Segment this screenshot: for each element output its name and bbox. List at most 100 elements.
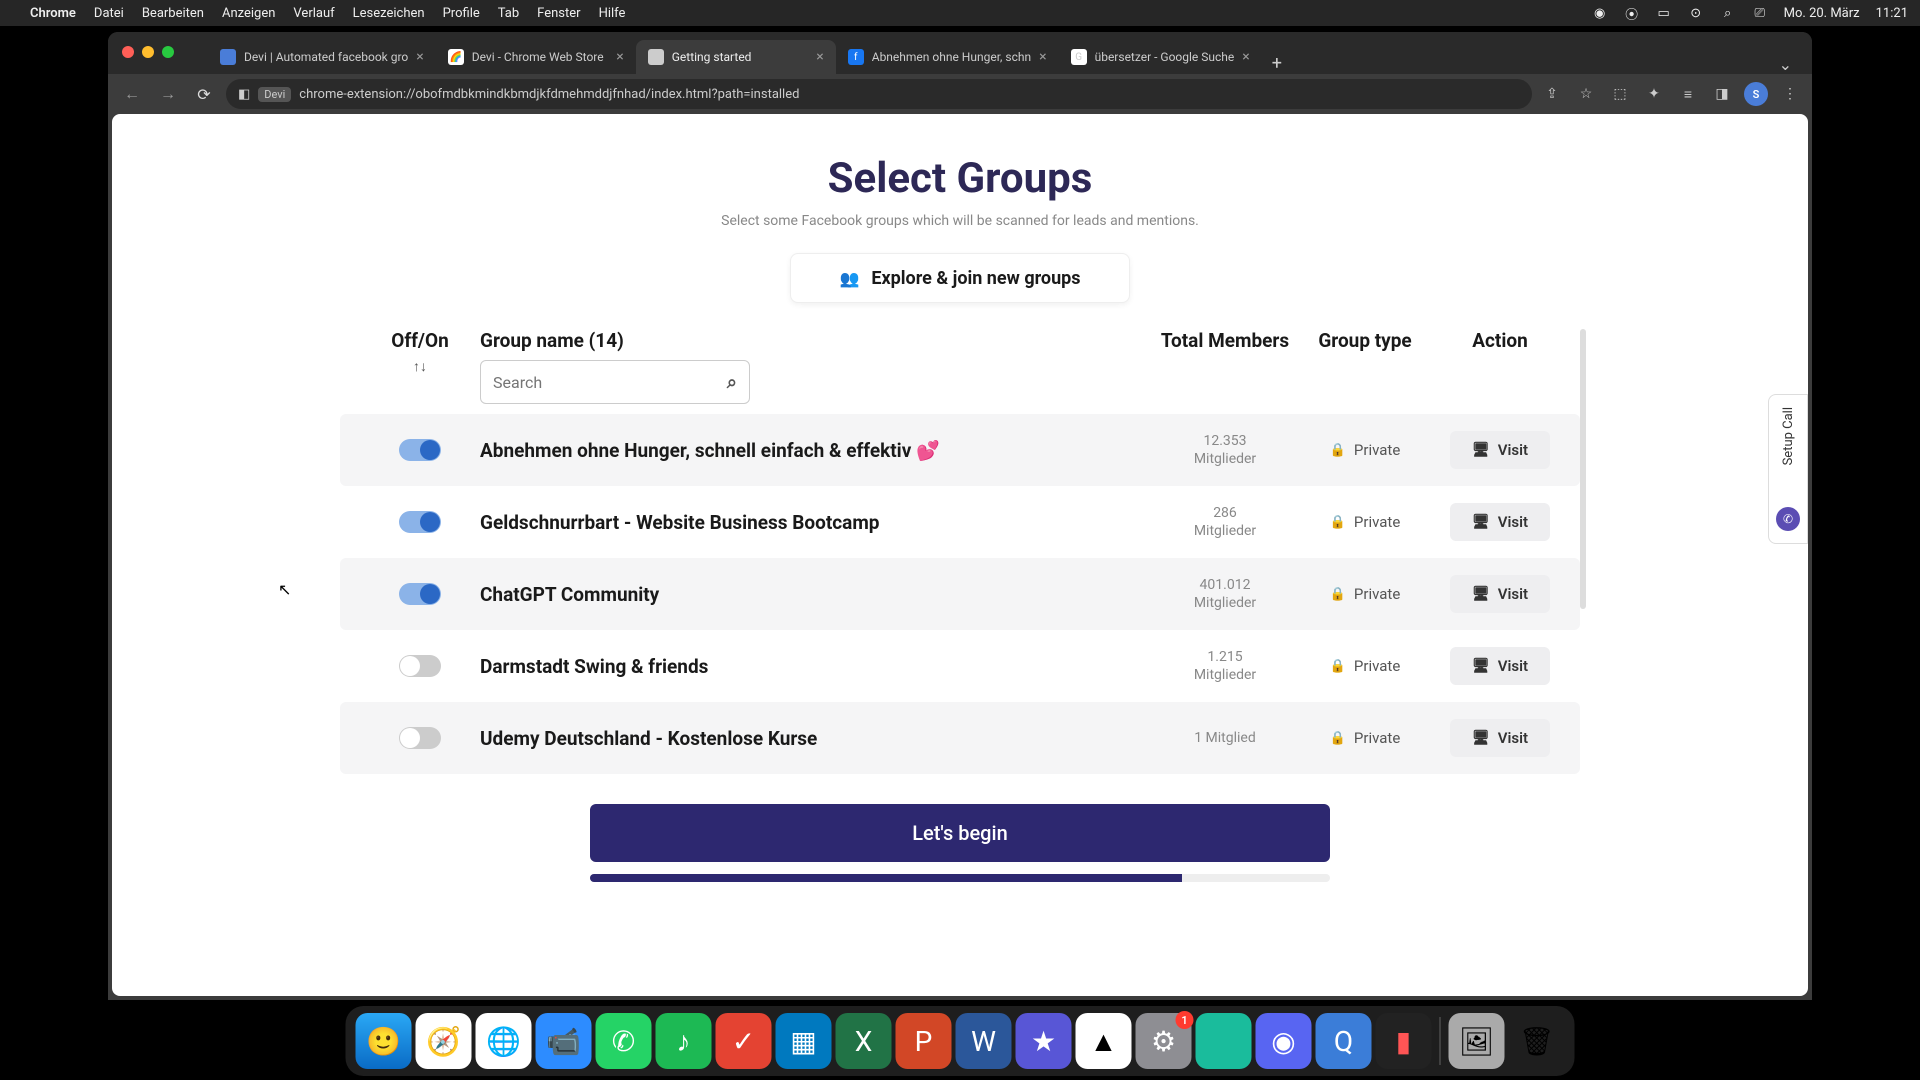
playback-icon[interactable]: ⦿ — [1624, 5, 1640, 21]
site-info-icon[interactable]: ◧ — [238, 87, 250, 102]
reading-list-icon[interactable]: ≡ — [1676, 82, 1700, 106]
dock-safari[interactable]: 🧭 — [416, 1013, 472, 1069]
menubar-time[interactable]: 11:21 — [1876, 6, 1908, 21]
dock-todoist[interactable]: ✓ — [716, 1013, 772, 1069]
tab-google-search[interactable]: G übersetzer - Google Suche × — [1059, 40, 1262, 74]
visit-button[interactable]: 🖥Visit — [1450, 647, 1550, 685]
tab-close-icon[interactable]: × — [1039, 49, 1046, 65]
menu-profile[interactable]: Profile — [443, 6, 480, 21]
menu-verlauf[interactable]: Verlauf — [293, 6, 334, 21]
dock-imovie[interactable]: ★ — [1016, 1013, 1072, 1069]
extension-icon[interactable]: ⬚ — [1608, 82, 1632, 106]
dock-finder[interactable]: 🙂 — [356, 1013, 412, 1069]
menubar-app-name[interactable]: Chrome — [30, 6, 76, 21]
explore-groups-button[interactable]: 👥 Explore & join new groups — [790, 253, 1130, 303]
visit-button[interactable]: 🖥Visit — [1450, 719, 1550, 757]
dock-spotify[interactable]: ♪ — [656, 1013, 712, 1069]
dock-trello[interactable]: ▦ — [776, 1013, 832, 1069]
page-content: Select Groups Select some Facebook group… — [112, 114, 1808, 996]
menu-anzeigen[interactable]: Anzeigen — [222, 6, 275, 21]
record-icon[interactable]: ◉ — [1592, 5, 1608, 21]
header-action: Action — [1440, 329, 1560, 352]
tab-title: Abnehmen ohne Hunger, schn — [872, 50, 1031, 64]
menu-tab[interactable]: Tab — [498, 6, 519, 21]
battery-icon[interactable]: ▭ — [1656, 5, 1672, 21]
back-button[interactable]: ← — [118, 80, 146, 108]
macos-dock: 🙂 🧭 🌐 📹 ✆ ♪ ✓ ▦ X P W ★ ▲ ⚙1 ◉ Q ▮ 🖼 🗑 — [346, 1006, 1575, 1076]
wifi-icon[interactable]: ⊙ — [1688, 5, 1704, 21]
share-icon[interactable]: ⇪ — [1540, 82, 1564, 106]
menu-fenster[interactable]: Fenster — [537, 6, 580, 21]
menubar-date[interactable]: Mo. 20. März — [1784, 6, 1860, 21]
setup-call-tab[interactable]: Setup Call ✆ — [1768, 394, 1808, 544]
menu-bearbeiten[interactable]: Bearbeiten — [142, 6, 204, 21]
group-name[interactable]: Abnehmen ohne Hunger, schnell einfach & … — [480, 439, 1160, 462]
tab-facebook-group[interactable]: f Abnehmen ohne Hunger, schn × — [836, 40, 1059, 74]
dock-settings[interactable]: ⚙1 — [1136, 1013, 1192, 1069]
tab-title: übersetzer - Google Suche — [1095, 50, 1235, 64]
search-icon[interactable]: ⌕ — [727, 372, 737, 393]
chrome-menu-icon[interactable]: ⋮ — [1778, 82, 1802, 106]
tab-devi-app[interactable]: Devi | Automated facebook gro × — [208, 40, 436, 74]
group-toggle[interactable] — [399, 583, 441, 605]
tab-close-icon[interactable]: × — [816, 49, 823, 65]
extensions-puzzle-icon[interactable]: ✦ — [1642, 82, 1666, 106]
macos-menubar: Chrome Datei Bearbeiten Anzeigen Verlauf… — [0, 0, 1920, 26]
group-name[interactable]: ChatGPT Community — [480, 583, 1160, 606]
search-icon[interactable]: ⌕ — [1720, 5, 1736, 21]
dock-app-teal[interactable] — [1196, 1013, 1252, 1069]
window-minimize-button[interactable] — [142, 46, 154, 58]
menu-datei[interactable]: Datei — [94, 6, 124, 21]
tab-close-icon[interactable]: × — [1242, 49, 1249, 65]
dock-drive[interactable]: ▲ — [1076, 1013, 1132, 1069]
dock-excel[interactable]: X — [836, 1013, 892, 1069]
visit-button[interactable]: 🖥Visit — [1450, 503, 1550, 541]
group-name[interactable]: Udemy Deutschland - Kostenlose Kurse — [480, 727, 1160, 750]
visit-button[interactable]: 🖥Visit — [1450, 575, 1550, 613]
chrome-window: Devi | Automated facebook gro × 🌈 Devi -… — [108, 32, 1812, 1000]
control-center-icon[interactable]: ⎚ — [1752, 5, 1768, 21]
visit-button[interactable]: 🖥Visit — [1450, 431, 1550, 469]
dock-whatsapp[interactable]: ✆ — [596, 1013, 652, 1069]
table-row: Darmstadt Swing & friends 1.215Mitgliede… — [340, 630, 1580, 702]
dock-trash[interactable]: 🗑 — [1509, 1013, 1565, 1069]
group-members: 12.353Mitglieder — [1160, 432, 1290, 468]
forward-button[interactable]: → — [154, 80, 182, 108]
favicon-icon — [648, 49, 664, 65]
tab-chrome-store[interactable]: 🌈 Devi - Chrome Web Store × — [436, 40, 636, 74]
group-toggle[interactable] — [399, 655, 441, 677]
bookmark-star-icon[interactable]: ☆ — [1574, 82, 1598, 106]
dock-quicktime[interactable]: Q — [1316, 1013, 1372, 1069]
reload-button[interactable]: ⟳ — [190, 80, 218, 108]
tab-close-icon[interactable]: × — [616, 49, 623, 65]
side-panel-icon[interactable]: ◨ — [1710, 82, 1734, 106]
tab-overflow-button[interactable]: ⌄ — [1769, 55, 1802, 74]
lets-begin-button[interactable]: Let's begin — [590, 804, 1330, 862]
sort-icon[interactable]: ↑↓ — [360, 358, 480, 375]
group-name[interactable]: Darmstadt Swing & friends — [480, 655, 1160, 678]
search-input[interactable] — [493, 373, 727, 392]
menu-lesezeichen[interactable]: Lesezeichen — [353, 6, 425, 21]
tab-close-icon[interactable]: × — [416, 49, 423, 65]
profile-avatar[interactable]: S — [1744, 82, 1768, 106]
window-close-button[interactable] — [122, 46, 134, 58]
dock-discord[interactable]: ◉ — [1256, 1013, 1312, 1069]
dock-voice-memos[interactable]: ▮ — [1376, 1013, 1432, 1069]
scrollbar[interactable] — [1580, 329, 1586, 609]
new-tab-button[interactable]: + — [1262, 53, 1292, 74]
address-bar[interactable]: ◧ Devi chrome-extension://obofmdbkmindkb… — [226, 79, 1532, 109]
group-type: 🔒Private — [1290, 657, 1440, 675]
window-maximize-button[interactable] — [162, 46, 174, 58]
monitor-icon: 🖥 — [1472, 442, 1490, 458]
dock-chrome[interactable]: 🌐 — [476, 1013, 532, 1069]
dock-powerpoint[interactable]: P — [896, 1013, 952, 1069]
tab-getting-started[interactable]: Getting started × — [636, 40, 836, 74]
dock-preview[interactable]: 🖼 — [1449, 1013, 1505, 1069]
dock-zoom[interactable]: 📹 — [536, 1013, 592, 1069]
group-name[interactable]: Geldschnurrbart - Website Business Bootc… — [480, 511, 1160, 534]
dock-word[interactable]: W — [956, 1013, 1012, 1069]
group-toggle[interactable] — [399, 511, 441, 533]
menu-hilfe[interactable]: Hilfe — [599, 6, 626, 21]
group-toggle[interactable] — [399, 439, 441, 461]
group-toggle[interactable] — [399, 727, 441, 749]
